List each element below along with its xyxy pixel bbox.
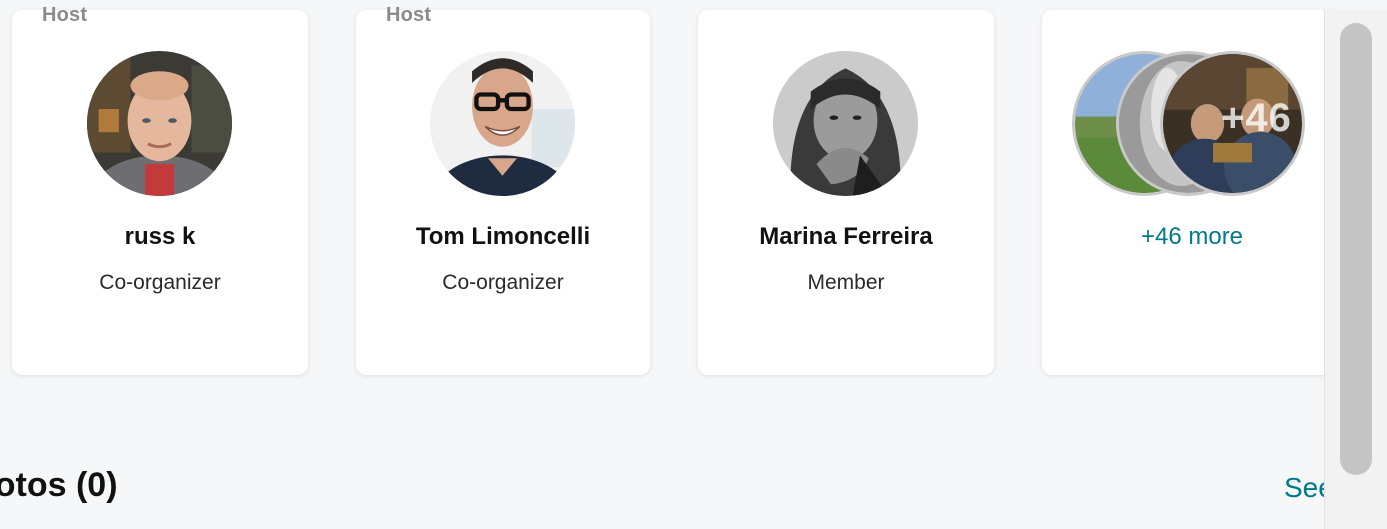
member-avatar-stack[interactable]: +46 <box>1072 51 1312 196</box>
avatar[interactable] <box>430 51 575 196</box>
member-role: Co-organizer <box>442 271 564 294</box>
page: Host russ k Co-organizer Host Tom Limonc… <box>0 0 1387 529</box>
member-role: Member <box>807 271 885 294</box>
member-name[interactable]: russ k <box>12 223 308 251</box>
avatar[interactable] <box>87 51 232 196</box>
member-name[interactable]: Tom Limoncelli <box>356 223 650 251</box>
avatar-photo <box>87 51 232 196</box>
more-members-link[interactable]: +46 more <box>1042 223 1342 251</box>
member-role: Co-organizer <box>99 271 221 294</box>
scrollbar-thumb[interactable] <box>1340 23 1372 475</box>
avatar-photo <box>430 51 575 196</box>
member-card-marina-ferreira[interactable]: Marina Ferreira Member <box>698 10 994 375</box>
avatar-photo <box>773 51 918 196</box>
more-members-card[interactable]: +46 +46 more <box>1042 10 1342 375</box>
more-count-overlay: +46 <box>1221 96 1292 140</box>
avatar[interactable] <box>773 51 918 196</box>
member-name[interactable]: Marina Ferreira <box>698 223 994 251</box>
photos-section-title: hotos (0) <box>0 466 118 504</box>
host-badge: Host <box>42 4 88 26</box>
member-card-tom-limoncelli[interactable]: Host Tom Limoncelli Co-organizer <box>356 4 650 375</box>
host-badge: Host <box>386 4 432 26</box>
member-card-russ-k[interactable]: Host russ k Co-organizer <box>12 4 308 375</box>
